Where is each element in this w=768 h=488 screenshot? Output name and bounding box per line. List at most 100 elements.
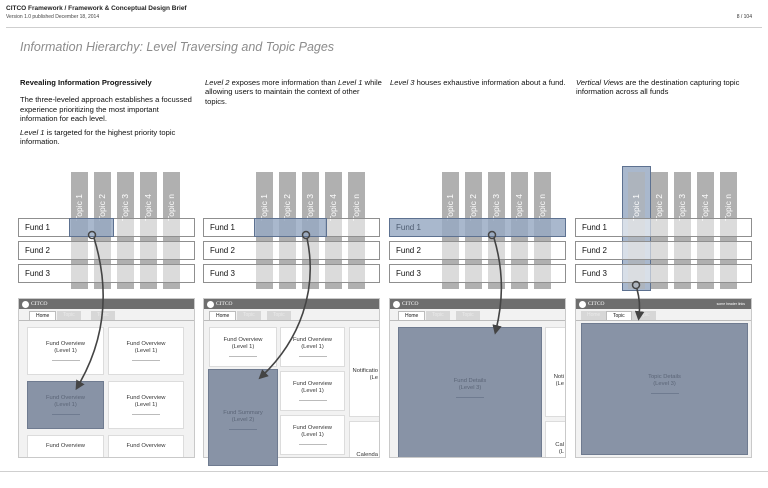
card-title: Fund Overview (293, 381, 332, 387)
mock-screen-level-1: CITCO Home Topic Topic Fund Overview (Lev… (18, 298, 195, 458)
slide-title: Information Hierarchy: Level Traversing … (20, 40, 335, 54)
card-fund-overview[interactable]: Fund Overview (Level 1) (209, 327, 277, 367)
mock-header-bar: CITCO (19, 299, 194, 309)
card-fund-overview[interactable]: Fund Overview (Level 1) (280, 371, 345, 411)
tab-topic[interactable]: Topic (237, 311, 261, 320)
topic-label: Topic n (166, 194, 176, 221)
logo-text: CITCO (402, 300, 419, 307)
column-3-text: Level 3 houses exhaustive information ab… (390, 78, 568, 92)
card-level: (Level 1) (134, 348, 158, 354)
card-notifications[interactable]: Noti (Le (545, 327, 565, 417)
tab-home[interactable]: Home (29, 311, 57, 320)
card-fund-overview[interactable]: Fund Overview (Level 1) (108, 381, 184, 429)
topic-label: Topic 1 (445, 194, 455, 221)
card-fund-overview[interactable]: Fund Overview (Level 1) (280, 327, 345, 367)
fund-label: Fund 3 (396, 269, 421, 278)
topic-label: Topic 3 (677, 194, 687, 221)
card-fund-overview-selected[interactable]: Fund Overview (Level 1) (27, 381, 104, 429)
card-fund-details-selected[interactable]: Fund Details (Level 3) (398, 327, 542, 457)
topic-label: Topic 1 (259, 194, 269, 221)
card-title: Fund Overview (293, 425, 332, 431)
card-title: Fund Details (453, 378, 487, 384)
selection-highlight (254, 218, 327, 237)
card-calendar[interactable]: Calenda (349, 421, 379, 457)
card-title: Fund Overview (223, 337, 263, 343)
card-title: Cal (555, 442, 564, 448)
topic-label: Topic 4 (700, 194, 710, 221)
card-title: Fund Overview (126, 341, 166, 347)
card-level: (Level 1) (134, 402, 158, 408)
fund-label: Fund 2 (582, 246, 607, 255)
topic-label: Topic n (351, 194, 361, 221)
column-3-paragraph: Level 3 houses exhaustive information ab… (390, 78, 568, 87)
tab-home[interactable]: Home (209, 311, 237, 320)
card-fund-overview[interactable]: Fund Overview (108, 435, 184, 457)
column-2-text: Level 2 exposes more information than Le… (205, 78, 383, 111)
topic-label: Topic 4 (514, 194, 524, 221)
tab-home[interactable]: Home (581, 311, 607, 320)
document-version: Version 1.0 published December 18, 2014 (6, 14, 100, 20)
column-4-paragraph: Vertical Views are the destination captu… (576, 78, 754, 97)
card-level: (Le (555, 381, 564, 387)
card-title: Fund Overview (46, 341, 85, 347)
card-topic-details-selected[interactable]: Topic Details (Level 3) (581, 323, 748, 455)
card-level: (Level 1) (54, 348, 77, 354)
logo-text: CITCO (216, 300, 233, 307)
card-title: Fund Overview (126, 395, 166, 401)
fund-label: Fund 3 (582, 269, 607, 278)
card-level: (Level 3) (458, 385, 482, 391)
topic-label: Topic 3 (305, 194, 315, 221)
card-level: (Level 1) (231, 344, 255, 350)
card-level: (Level 1) (301, 432, 324, 438)
fund-row: Fund 2 (575, 241, 752, 260)
fund-label: Fund 1 (210, 223, 235, 232)
level-2-emphasis: Level 2 (205, 78, 230, 87)
selection-highlight (69, 218, 114, 237)
fund-label: Fund 3 (25, 269, 50, 278)
card-notifications[interactable]: Notificatio (Le (349, 327, 379, 417)
card-title: Noti (553, 374, 564, 380)
level-3-emphasis: Level 3 (390, 78, 415, 87)
tab-topic[interactable]: Topic (456, 311, 480, 320)
topic-label: Topic 3 (120, 194, 130, 221)
mock-screen-level-3: CITCO Home Topic Topic Fund Details (Leve… (389, 298, 566, 458)
topic-label: Topic n (723, 194, 733, 221)
tab-divider (390, 320, 565, 321)
tab-topic[interactable]: Topic (426, 311, 450, 320)
logo-icon (393, 300, 400, 308)
column-3-text: houses exhaustive information about a fu… (414, 78, 566, 87)
fund-label: Fund 2 (210, 246, 235, 255)
column-4-text: Vertical Views are the destination captu… (576, 78, 754, 102)
tab-topic-active[interactable]: Topic (606, 311, 632, 320)
tab-topic[interactable]: Topic (267, 311, 291, 320)
card-fund-overview[interactable]: Fund Overview (27, 435, 104, 457)
card-title: Fund Overview (126, 443, 166, 449)
topic-label: Topic 2 (97, 194, 107, 221)
card-title: Fund Overview (46, 443, 85, 449)
card-calendar[interactable]: Cal (L (545, 421, 565, 457)
card-level: (Level 3) (653, 381, 676, 387)
fund-label: Fund 2 (396, 246, 421, 255)
tab-divider (19, 320, 194, 321)
tab-topic[interactable]: Topic (91, 311, 115, 320)
panel-vertical-view: Topic 1 Topic 2 Topic 3 Topic 4 Topic n … (575, 166, 755, 466)
fund-row: Fund 3 (389, 264, 566, 283)
fund-row: Fund 2 (18, 241, 195, 260)
card-fund-overview[interactable]: Fund Overview (Level 1) (280, 415, 345, 455)
tab-topic[interactable]: Topic (632, 311, 656, 320)
fund-row: Fund 2 (389, 241, 566, 260)
tab-topic[interactable]: Topic (57, 311, 81, 320)
fund-row: Fund 3 (575, 264, 752, 283)
tab-home[interactable]: Home (398, 311, 426, 320)
topic-label: Topic 4 (143, 194, 153, 221)
mock-header-bar: CITCO (390, 299, 565, 309)
card-fund-overview[interactable]: Fund Overview (Level 1) (108, 327, 184, 375)
header-link[interactable]: some header links (717, 302, 745, 306)
card-level: (Level 1) (301, 388, 324, 394)
document-header: CITCO Framework / Framework & Conceptual… (6, 5, 187, 20)
column-1-paragraph-1: The three-leveled approach establishes a… (20, 95, 192, 123)
card-fund-overview[interactable]: Fund Overview (Level 1) (27, 327, 104, 375)
card-fund-summary-selected[interactable]: Fund Summary (Level 2) (208, 369, 278, 466)
card-level: (Level 2) (231, 417, 255, 423)
fund-label: Fund 2 (25, 246, 50, 255)
